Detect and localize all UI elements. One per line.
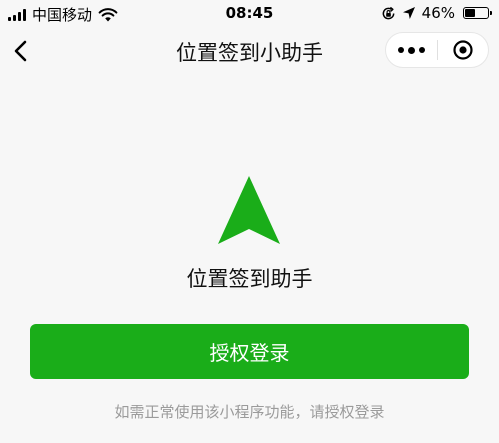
navigation-arrow-icon: [218, 176, 280, 244]
location-icon: [402, 7, 415, 19]
app-name: 位置签到助手: [186, 267, 313, 291]
navigation-bar: 位置签到小助手: [0, 26, 499, 76]
battery-percent: 46%: [421, 4, 455, 22]
close-miniprogram-button[interactable]: [437, 33, 488, 67]
battery-fill: [465, 9, 476, 17]
battery-icon: [463, 7, 492, 19]
authorize-login-button[interactable]: 授权登录: [30, 324, 469, 379]
orientation-lock-icon: [382, 6, 395, 19]
miniprogram-capsule: [385, 32, 489, 68]
login-hint: 如需正常使用该小程序功能，请授权登录: [114, 403, 385, 421]
more-button[interactable]: [386, 33, 437, 67]
status-bar: 中国移动 08:45 46%: [0, 0, 499, 26]
close-miniprogram-icon: [453, 40, 473, 60]
status-right: 46%: [381, 4, 492, 22]
more-icon: [397, 46, 425, 54]
